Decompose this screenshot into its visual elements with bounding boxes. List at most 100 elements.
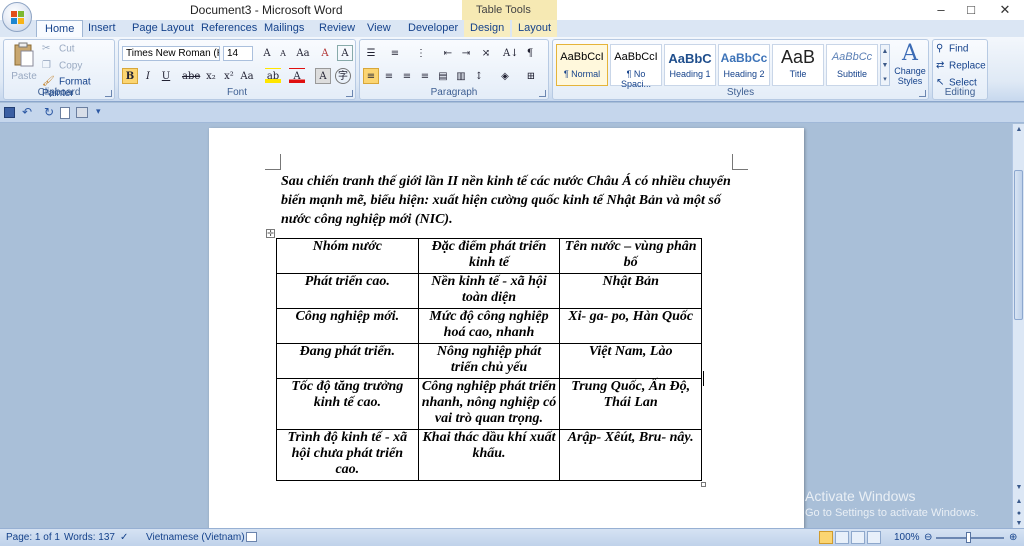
vertical-scrollbar[interactable]: ▲ ▼ ▲ ● ▼: [1012, 124, 1024, 528]
table-cell[interactable]: Nông nghiệp phát triển chủ yếu: [417, 343, 561, 379]
table-header-cell[interactable]: Đặc điểm phát triển kinh tế: [417, 238, 561, 274]
table-header-cell[interactable]: Nhóm nước: [276, 238, 419, 274]
style-subtitle[interactable]: AaBbCc Subtitle: [826, 44, 878, 86]
char-border-icon[interactable]: A: [337, 45, 353, 61]
font-name-combo[interactable]: Times New Roman (Hea: [122, 46, 220, 61]
full-screen-view-icon[interactable]: [835, 531, 849, 544]
table-move-icon[interactable]: ✛: [266, 229, 275, 238]
font-dialog-launcher[interactable]: [346, 90, 353, 97]
strikethrough-button[interactable]: abe: [181, 68, 201, 84]
web-layout-view-icon[interactable]: [851, 531, 865, 544]
copy-button[interactable]: ❐ Copy: [42, 60, 82, 72]
print-layout-view-icon[interactable]: [819, 531, 833, 544]
close-button[interactable]: ✕: [994, 2, 1016, 18]
table-cell[interactable]: Xi- ga- po, Hàn Quốc: [559, 308, 702, 344]
italic-button[interactable]: I: [140, 68, 156, 84]
table-cell[interactable]: Phát triển cao.: [276, 273, 419, 309]
highlight-icon[interactable]: ab: [265, 68, 281, 84]
tab-design[interactable]: Design: [464, 20, 511, 37]
quick-print-icon[interactable]: [76, 107, 88, 118]
tab-mailings[interactable]: Mailings: [264, 22, 304, 34]
table-cell[interactable]: Công nghiệp phát triển nhanh, nông nghiệ…: [417, 378, 561, 430]
zoom-slider-thumb[interactable]: [966, 532, 971, 543]
cut-button[interactable]: ✂ Cut: [42, 43, 75, 55]
multilevel-list-icon[interactable]: ⋮: [413, 45, 429, 61]
replace-button[interactable]: ⇄ Replace: [936, 60, 986, 72]
maximize-button[interactable]: □: [960, 2, 982, 17]
justify-icon[interactable]: ≡: [417, 68, 433, 84]
grow-font-icon[interactable]: A: [259, 45, 275, 61]
text-effects-button[interactable]: Aa: [239, 68, 255, 84]
underline-button[interactable]: U: [158, 68, 174, 84]
style-title[interactable]: AaB Title: [772, 44, 824, 86]
change-styles-button[interactable]: A Change Styles: [893, 42, 927, 87]
superscript-button[interactable]: x²: [221, 68, 237, 84]
table-cell[interactable]: Trình độ kinh tế - xã hội chưa phát triể…: [276, 429, 419, 481]
print-preview-icon[interactable]: [60, 107, 70, 119]
scroll-down-icon[interactable]: ▼: [1014, 484, 1024, 494]
table-cell[interactable]: Nhật Bản: [559, 273, 702, 309]
table-cell[interactable]: Mức độ công nghiệp hoá cao, nhanh: [417, 308, 561, 344]
table-cell[interactable]: Trung Quốc, Ấn Độ, Thái Lan: [559, 378, 702, 430]
tab-home[interactable]: Home: [36, 20, 84, 38]
scroll-up-icon[interactable]: ▲: [1014, 126, 1024, 136]
style-no-spacing[interactable]: AaBbCcI ¶ No Spaci...: [610, 44, 662, 89]
page-count[interactable]: Page: 1 of 1: [6, 532, 60, 543]
font-size-combo[interactable]: 14: [223, 46, 253, 61]
numbering-icon[interactable]: ≡: [387, 45, 403, 61]
paragraph-dialog-launcher[interactable]: [539, 90, 546, 97]
styles-scroll[interactable]: ▲ ▼ ▾: [880, 44, 890, 86]
shrink-font-icon[interactable]: A: [275, 45, 291, 61]
line-spacing-icon[interactable]: ↕: [471, 68, 487, 84]
tab-view[interactable]: View: [367, 22, 391, 34]
char-shading-icon[interactable]: A: [315, 68, 331, 84]
align-center-icon[interactable]: ≡: [381, 68, 397, 84]
outline-view-icon[interactable]: [867, 531, 881, 544]
text-direction-icon[interactable]: ⤨: [478, 45, 494, 61]
document-page[interactable]: Sau chiến tranh thế giới lần II nền kinh…: [209, 128, 804, 528]
bullets-icon[interactable]: ☰: [363, 45, 379, 61]
data-table[interactable]: Nhóm nước Đặc điểm phát triển kinh tế Tê…: [276, 238, 702, 481]
clear-format-icon[interactable]: A: [317, 45, 333, 61]
office-button[interactable]: [2, 2, 32, 32]
style-heading-1[interactable]: AaBbC Heading 1: [664, 44, 716, 86]
scroll-thumb[interactable]: [1014, 170, 1023, 320]
tab-references[interactable]: References: [201, 22, 257, 34]
shading-icon[interactable]: ◈: [497, 68, 513, 84]
tab-layout[interactable]: Layout: [512, 20, 558, 37]
styles-dialog-launcher[interactable]: [919, 90, 926, 97]
table-cell[interactable]: Arập- Xêút, Bru- nây.: [559, 429, 702, 481]
table-resize-handle[interactable]: [701, 482, 706, 487]
table-cell[interactable]: Nền kinh tế - xã hội toàn diện: [417, 273, 561, 309]
enclose-char-icon[interactable]: 字: [335, 68, 351, 84]
tab-developer[interactable]: Developer: [408, 22, 458, 34]
borders-icon[interactable]: ⊞: [523, 68, 539, 84]
table-cell[interactable]: Tốc độ tăng trưởng kinh tế cao.: [276, 378, 419, 430]
change-case-icon[interactable]: Aa: [295, 45, 311, 61]
find-button[interactable]: ⚲ Find: [936, 43, 968, 55]
table-cell[interactable]: Việt Nam, Lào: [559, 343, 702, 379]
distributed-icon[interactable]: ▤: [435, 68, 451, 84]
macro-record-icon[interactable]: [246, 532, 257, 542]
zoom-out-icon[interactable]: ⊖: [924, 532, 932, 543]
show-marks-icon[interactable]: ¶: [522, 45, 538, 61]
style-heading-2[interactable]: AaBbCc Heading 2: [718, 44, 770, 86]
customize-qat-icon[interactable]: ▾: [96, 106, 101, 117]
bold-button[interactable]: B: [122, 68, 138, 84]
columns-icon[interactable]: ▥: [453, 68, 469, 84]
decrease-indent-icon[interactable]: ⇤: [440, 45, 456, 61]
intro-paragraph[interactable]: Sau chiến tranh thế giới lần II nền kinh…: [281, 172, 751, 229]
proofing-icon[interactable]: ✓: [120, 532, 128, 543]
undo-icon[interactable]: ↶: [22, 105, 32, 119]
save-icon[interactable]: [4, 107, 15, 118]
style-normal[interactable]: AaBbCcI ¶ Normal: [556, 44, 608, 86]
word-count[interactable]: Words: 137: [64, 532, 115, 543]
clipboard-dialog-launcher[interactable]: [105, 90, 112, 97]
browse-object-icon[interactable]: ●: [1014, 510, 1024, 520]
table-header-cell[interactable]: Tên nước – vùng phân bố: [559, 238, 702, 274]
tab-insert[interactable]: Insert: [88, 22, 116, 34]
subscript-button[interactable]: x₂: [203, 68, 219, 84]
align-right-icon[interactable]: ≡: [399, 68, 415, 84]
redo-icon[interactable]: ↻: [44, 105, 54, 119]
table-cell[interactable]: Đang phát triển.: [276, 343, 419, 379]
